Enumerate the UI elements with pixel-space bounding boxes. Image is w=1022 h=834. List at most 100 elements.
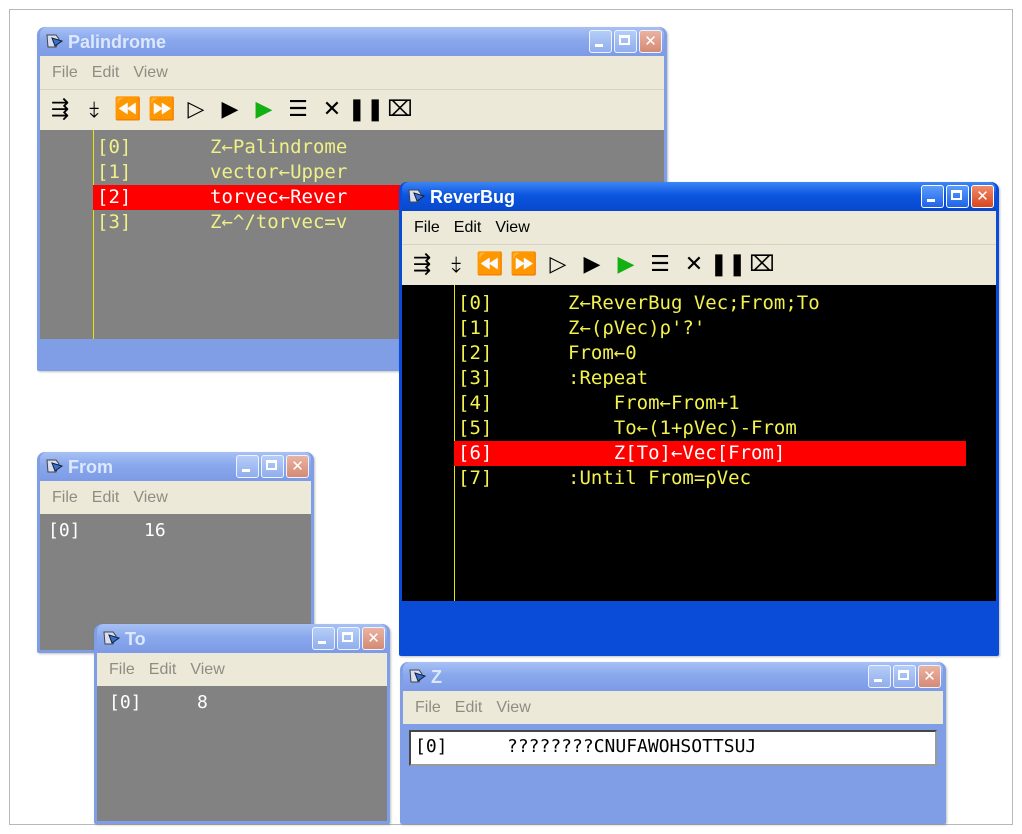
run-icon[interactable]: ▶	[214, 94, 246, 126]
maximize-icon	[619, 35, 630, 45]
app-icon	[103, 630, 121, 646]
code-line[interactable]: [0] Z←Palindrome	[40, 135, 664, 160]
menu-bar: File Edit View	[40, 481, 311, 514]
menu-view[interactable]: View	[133, 489, 167, 507]
edit-trace-icon[interactable]: ☰	[282, 94, 314, 126]
menu-edit[interactable]: Edit	[454, 219, 482, 237]
minimize-icon	[242, 469, 250, 472]
maximize-icon	[898, 670, 909, 680]
app-icon	[46, 33, 64, 49]
current-line[interactable]: [6] Z[To]←Vec[From]	[454, 441, 966, 466]
element-index: [0]	[109, 692, 142, 713]
menu-view[interactable]: View	[190, 661, 224, 679]
maximize-button[interactable]	[614, 30, 637, 53]
maximize-button[interactable]	[261, 455, 284, 478]
from-window: From ✕ File Edit View [0] 16	[37, 452, 314, 653]
menu-bar: File Edit View	[402, 211, 996, 244]
run-icon[interactable]: ▶	[576, 249, 608, 281]
close-icon: ✕	[291, 457, 304, 475]
window-title: To	[125, 629, 146, 649]
edit-trace-icon[interactable]: ☰	[644, 249, 676, 281]
title-bar[interactable]: Palindrome ✕	[40, 27, 664, 56]
maximize-button[interactable]	[946, 185, 969, 208]
quit-icon[interactable]: ✕	[678, 249, 710, 281]
code-line[interactable]: [3]:Repeat	[402, 366, 996, 391]
debug-toolbar: ⇶ ⤈ ⏪ ⏩ ▷ ▶ ▶ ☰ ✕ ❚❚ ⌧	[402, 244, 996, 285]
code-line[interactable]: [4] From←From+1	[402, 391, 996, 416]
menu-edit[interactable]: Edit	[455, 699, 483, 717]
title-bar[interactable]: ReverBug ✕	[402, 182, 996, 211]
debug-toolbar: ⇶ ⤈ ⏪ ⏩ ▷ ▶ ▶ ☰ ✕ ❚❚ ⌧	[40, 89, 664, 130]
rewind-icon[interactable]: ⏪	[474, 249, 506, 281]
code-pane[interactable]: [0] Z←ReverBug Vec;From;To [1] Z←(⍴Vec)⍴'?…	[402, 285, 996, 601]
minimize-button[interactable]	[236, 455, 259, 478]
maximize-button[interactable]	[337, 627, 360, 650]
variable-pane[interactable]: [0] 8	[97, 686, 387, 821]
close-button[interactable]: ✕	[362, 627, 385, 650]
menu-view[interactable]: View	[495, 219, 529, 237]
menu-bar: File Edit View	[40, 56, 664, 89]
minimize-button[interactable]	[868, 665, 891, 688]
close-icon: ✕	[367, 629, 380, 647]
menu-view[interactable]: View	[133, 64, 167, 82]
maximize-button[interactable]	[893, 665, 916, 688]
continue-icon[interactable]: ▶	[248, 94, 280, 126]
code-line[interactable]: [0] Z←ReverBug Vec;From;To	[402, 291, 996, 316]
code-line[interactable]: [2] From←0	[402, 341, 996, 366]
variable-pane[interactable]: [0] ????????CNUFAWOHSOTTSUJ	[409, 730, 937, 766]
close-button[interactable]: ✕	[286, 455, 309, 478]
element-index: [0]	[415, 736, 448, 757]
close-button[interactable]: ✕	[971, 185, 994, 208]
quit-icon[interactable]: ✕	[316, 94, 348, 126]
close-button[interactable]: ✕	[918, 665, 941, 688]
element-index: [0]	[48, 520, 81, 541]
close-icon: ✕	[644, 32, 657, 50]
run-line-icon[interactable]: ▷	[180, 94, 212, 126]
window-title: Z	[431, 667, 442, 687]
code-line[interactable]: [5] To←(1+⍴Vec)-From	[402, 416, 996, 441]
app-icon	[408, 188, 426, 204]
menu-file[interactable]: File	[52, 64, 78, 82]
menu-file[interactable]: File	[52, 489, 78, 507]
step-over-icon[interactable]: ⇶	[406, 249, 438, 281]
menu-bar: File Edit View	[403, 691, 943, 724]
run-line-icon[interactable]: ▷	[542, 249, 574, 281]
code-line[interactable]: [1] Z←(⍴Vec)⍴'?'	[402, 316, 996, 341]
z-window: Z ✕ File Edit View [0] ????????CNUFAWOHS…	[400, 662, 946, 824]
maximize-icon	[951, 190, 962, 200]
minimize-button[interactable]	[312, 627, 335, 650]
menu-file[interactable]: File	[109, 661, 135, 679]
close-icon: ✕	[923, 667, 936, 685]
minimize-icon	[874, 679, 882, 682]
interrupt-icon[interactable]: ⌧	[384, 94, 416, 126]
title-bar[interactable]: Z ✕	[403, 662, 943, 691]
pause-icon[interactable]: ❚❚	[348, 94, 385, 126]
variable-value: 8	[197, 692, 208, 713]
menu-file[interactable]: File	[415, 699, 441, 717]
code-line[interactable]: [7]:Until From=⍴Vec	[402, 466, 996, 491]
reverbug-window: ReverBug ✕ File Edit View ⇶ ⤈ ⏪ ⏩ ▷ ▶ ▶ …	[399, 182, 999, 656]
step-over-icon[interactable]: ⇶	[44, 94, 76, 126]
menu-file[interactable]: File	[414, 219, 440, 237]
menu-edit[interactable]: Edit	[149, 661, 177, 679]
step-into-icon[interactable]: ⤈	[440, 249, 472, 281]
interrupt-icon[interactable]: ⌧	[746, 249, 778, 281]
fast-forward-icon[interactable]: ⏩	[146, 94, 178, 126]
close-icon: ✕	[976, 187, 989, 205]
close-button[interactable]: ✕	[639, 30, 662, 53]
menu-edit[interactable]: Edit	[92, 64, 120, 82]
menu-view[interactable]: View	[496, 699, 530, 717]
fast-forward-icon[interactable]: ⏩	[508, 249, 540, 281]
minimize-button[interactable]	[589, 30, 612, 53]
menu-edit[interactable]: Edit	[92, 489, 120, 507]
pause-icon[interactable]: ❚❚	[710, 249, 747, 281]
title-bar[interactable]: From ✕	[40, 452, 311, 481]
menu-bar: File Edit View	[97, 653, 387, 686]
step-into-icon[interactable]: ⤈	[78, 94, 110, 126]
title-bar[interactable]: To ✕	[97, 624, 387, 653]
continue-icon[interactable]: ▶	[610, 249, 642, 281]
rewind-icon[interactable]: ⏪	[112, 94, 144, 126]
minimize-button[interactable]	[921, 185, 944, 208]
variable-value: ????????CNUFAWOHSOTTSUJ	[507, 736, 757, 757]
maximize-icon	[342, 632, 353, 642]
